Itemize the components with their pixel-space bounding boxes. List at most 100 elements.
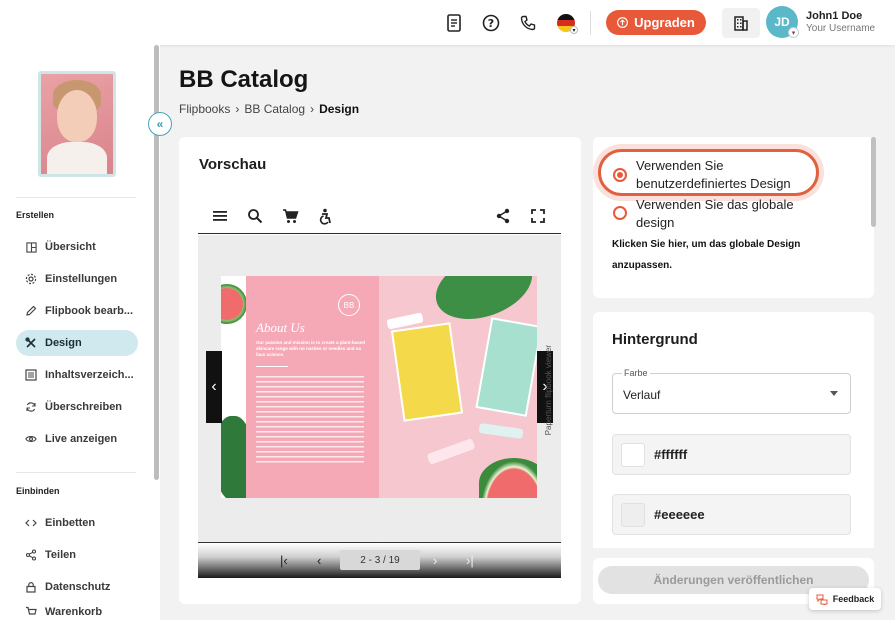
design-tools-icon — [25, 337, 37, 349]
product-tube-image — [426, 438, 476, 465]
feedback-label: Feedback — [832, 594, 875, 604]
user-name[interactable]: John1 Doe — [806, 10, 862, 22]
help-icon[interactable]: ? — [480, 12, 502, 34]
sidebar-item-label: Inhaltsverzeich... — [45, 369, 134, 381]
sidebar: Erstellen Übersicht Einstellungen Flipbo… — [0, 45, 160, 620]
sidebar-item-share[interactable]: Teilen — [16, 542, 138, 568]
background-title: Hintergrund — [612, 331, 698, 348]
brand-monogram-logo: BB — [338, 294, 360, 316]
sidebar-section-title: Erstellen — [16, 210, 55, 220]
sidebar-item-label: Datenschutz — [45, 581, 111, 593]
upgrade-label: Upgraden — [634, 15, 695, 30]
search-icon[interactable] — [245, 206, 265, 226]
chevron-left-icon: ‹ — [211, 378, 217, 395]
sidebar-item-overview[interactable]: Übersicht — [16, 234, 138, 260]
user-username: Your Username — [806, 23, 876, 34]
first-page-icon[interactable]: |‹ — [280, 553, 288, 568]
viewer-watermark: Paperturn flipbook viewer — [544, 345, 553, 436]
sidebar-item-label: Einstellungen — [45, 273, 118, 285]
avatar-initials: JD — [774, 15, 790, 29]
sidebar-item-label: Einbetten — [45, 517, 96, 529]
divider — [256, 366, 288, 367]
chevron-right-icon: › — [310, 102, 315, 116]
sidebar-item-label: Teilen — [45, 549, 76, 561]
breadcrumb-link[interactable]: BB Catalog — [244, 102, 305, 116]
watermelon-image — [479, 458, 537, 498]
color-input-start[interactable]: #ffffff — [612, 434, 851, 475]
pencil-icon — [25, 305, 37, 317]
svg-text:?: ? — [488, 17, 494, 30]
viewer-page-controls: |‹ ‹ 2 - 3 / 19 › ›| — [198, 542, 561, 578]
divider — [16, 472, 136, 473]
sidebar-item-label: Design — [45, 337, 82, 349]
divider — [16, 197, 136, 198]
share-icon — [25, 549, 37, 561]
color-swatch[interactable] — [621, 443, 645, 467]
organization-button[interactable] — [722, 8, 760, 38]
phone-icon[interactable] — [517, 12, 539, 34]
divider — [590, 11, 591, 35]
radio-custom-design[interactable] — [613, 168, 627, 182]
sidebar-item-live-view[interactable]: Live anzeigen — [16, 426, 138, 452]
accessibility-icon[interactable] — [315, 206, 335, 226]
product-box-image — [390, 322, 464, 422]
overview-icon — [25, 241, 37, 253]
radio-global-design-label[interactable]: Verwenden Sie das globale design — [636, 196, 816, 232]
fullscreen-icon[interactable] — [528, 206, 548, 226]
sidebar-item-table-of-contents[interactable]: Inhaltsverzeich... — [16, 362, 138, 388]
color-value[interactable]: #eeeeee — [654, 507, 705, 522]
cart-icon — [25, 606, 37, 618]
page-indicator[interactable]: 2 - 3 / 19 — [340, 550, 420, 570]
radio-custom-design-label[interactable]: Verwenden Sie benutzerdefiniertes Design — [636, 157, 816, 193]
upgrade-button[interactable]: Upgraden — [606, 10, 706, 35]
page-tagline: Our passion and mission is to create a p… — [256, 340, 366, 357]
lock-icon — [25, 581, 37, 593]
sidebar-item-embed[interactable]: Einbetten — [16, 510, 138, 536]
radio-global-design[interactable] — [613, 206, 627, 220]
last-page-icon[interactable]: ›| — [466, 553, 474, 568]
sidebar-item-settings[interactable]: Einstellungen — [16, 266, 138, 292]
building-icon — [734, 16, 748, 31]
sidebar-scrollbar[interactable] — [154, 45, 159, 480]
flipbook-viewer[interactable]: BB About Us Our passion and mission is t… — [198, 235, 561, 542]
sidebar-item-overwrite[interactable]: Überschreiben — [16, 394, 138, 420]
menu-icon[interactable] — [210, 206, 230, 226]
top-bar: ? ▾ Upgraden JD ▾ John1 Doe Your Usernam… — [0, 0, 895, 45]
cover-image — [47, 142, 107, 174]
watermelon-image — [221, 284, 247, 324]
color-type-label: Farbe — [622, 368, 650, 378]
sidebar-item-label: Warenkorb — [45, 606, 103, 618]
color-swatch[interactable] — [621, 503, 645, 527]
collapse-sidebar-button[interactable]: « — [148, 112, 172, 136]
next-page-icon[interactable]: › — [433, 553, 437, 568]
document-icon[interactable] — [443, 12, 465, 34]
sidebar-item-cart[interactable]: Warenkorb — [16, 606, 138, 620]
chevron-down-icon[interactable]: ▾ — [788, 27, 799, 38]
previous-page-icon[interactable]: ‹ — [317, 553, 321, 568]
global-design-hint-link[interactable]: Klicken Sie hier, um das globale Design … — [612, 234, 822, 276]
sidebar-item-label: Überschreiben — [45, 401, 123, 413]
color-value[interactable]: #ffffff — [654, 447, 687, 462]
sidebar-item-design[interactable]: Design — [16, 330, 138, 356]
share-icon[interactable] — [493, 206, 513, 226]
cart-icon[interactable] — [280, 206, 300, 226]
german-flag-icon[interactable]: ▾ — [555, 12, 578, 34]
feedback-icon — [816, 594, 828, 605]
sidebar-item-edit-flipbook[interactable]: Flipbook bearb... — [16, 298, 138, 324]
sidebar-item-label: Übersicht — [45, 241, 96, 253]
previous-page-arrow[interactable]: ‹ — [206, 351, 222, 423]
refresh-icon — [25, 401, 37, 413]
page-title: BB Catalog — [179, 66, 309, 93]
flipbook-cover-thumbnail[interactable] — [38, 71, 116, 177]
color-type-value[interactable]: Verlauf — [623, 388, 660, 402]
product-box-image — [475, 317, 537, 417]
chevron-down-icon[interactable] — [830, 391, 838, 396]
list-icon — [25, 369, 37, 381]
sidebar-item-privacy[interactable]: Datenschutz — [16, 574, 138, 600]
color-input-end[interactable]: #eeeeee — [612, 494, 851, 535]
body-text-lines — [256, 376, 364, 466]
breadcrumb-link[interactable]: Flipbooks — [179, 102, 230, 116]
right-panel-scrollbar[interactable] — [871, 137, 876, 227]
feedback-button[interactable]: Feedback — [809, 588, 881, 610]
sidebar-item-label: Flipbook bearb... — [45, 305, 134, 317]
